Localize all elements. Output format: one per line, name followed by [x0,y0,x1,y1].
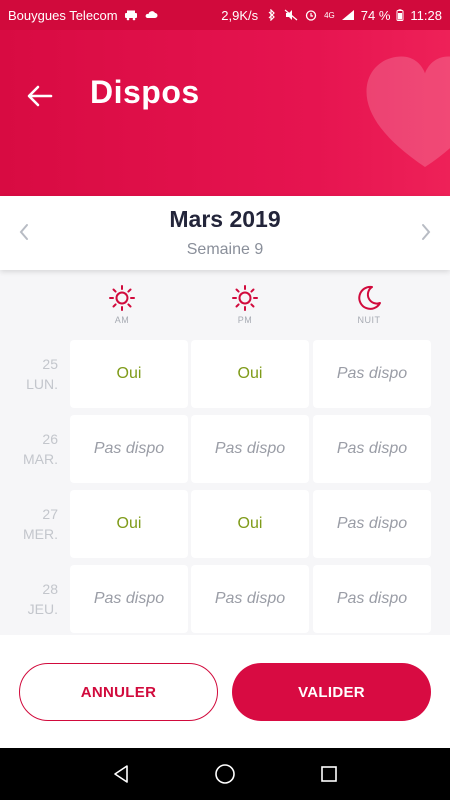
day-label-27: 27 MER. [14,504,58,544]
slot-header-pm: PM [185,284,305,328]
app-header: Dispos [0,30,450,196]
chevron-right-icon [422,224,431,240]
signal-icon [341,10,354,20]
availability-cell[interactable]: Oui [70,340,188,408]
circle-home-icon [215,764,235,784]
week-label: Semaine 9 [186,241,264,258]
action-footer: ANNULER VALIDER [0,635,450,748]
arrow-left-icon [27,85,53,107]
sun-icon [232,285,258,311]
day-number: 28 [42,581,58,597]
availability-cell[interactable]: Oui [191,490,309,558]
bluetooth-icon [268,9,275,21]
heart-icon [366,56,450,167]
day-label-26: 26 MAR. [14,429,58,469]
system-nav-bar [0,748,450,800]
slot-header-night: NUIT [309,284,429,328]
day-number: 26 [42,431,58,447]
validate-button[interactable]: VALIDER [232,663,431,721]
cloud-icon [145,11,158,18]
day-name: MER. [23,526,58,542]
day-name: JEU. [27,601,58,617]
square-recents-icon [321,766,337,782]
slot-header-am: AM [62,284,182,328]
availability-cell[interactable]: Pas dispo [191,565,309,633]
mute-icon [284,9,298,21]
nav-home-button[interactable] [213,762,237,786]
availability-cell[interactable]: Pas dispo [313,415,431,483]
availability-cell[interactable]: Oui [70,490,188,558]
day-number: 27 [42,506,58,522]
day-name: MAR. [23,451,58,467]
page-title: Dispos [90,74,200,110]
clock: 11:28 [410,7,442,23]
network-type: 4G [324,10,335,20]
day-name: LUN. [26,376,58,392]
car-icon [124,10,137,21]
nav-back-button[interactable] [109,762,133,786]
sun-icon [109,285,135,311]
availability-cell[interactable]: Pas dispo [313,565,431,633]
back-button[interactable] [22,78,58,114]
availability-cell[interactable]: Pas dispo [70,415,188,483]
slot-label: NUIT [357,315,381,325]
month-title: Mars 2019 [169,206,281,232]
availability-cell[interactable]: Oui [191,340,309,408]
slot-label: AM [114,315,130,325]
alarm-icon [305,10,317,21]
battery-level: 74 % [360,7,391,23]
availability-cell[interactable]: Pas dispo [70,565,188,633]
day-label-25: 25 LUN. [14,354,58,394]
next-week-button[interactable] [414,220,438,244]
cancel-button[interactable]: ANNULER [19,663,218,721]
carrier-name: Bouygues Telecom [8,7,118,23]
battery-icon [396,9,404,21]
nav-recents-button[interactable] [317,762,341,786]
network-speed: 2,9K/s [221,7,259,23]
week-selector: Mars 2019 Semaine 9 [0,196,450,270]
day-label-28: 28 JEU. [14,579,58,619]
triangle-back-icon [114,765,128,783]
availability-cell[interactable]: Pas dispo [313,340,431,408]
availability-cell[interactable]: Pas dispo [191,415,309,483]
slot-label: PM [237,315,253,325]
status-bar: Bouygues Telecom 2,9K/s 4G 74 % 11:28 [0,0,450,30]
availability-cell[interactable]: Pas dispo [313,490,431,558]
moon-icon [358,285,381,310]
day-number: 25 [42,356,58,372]
